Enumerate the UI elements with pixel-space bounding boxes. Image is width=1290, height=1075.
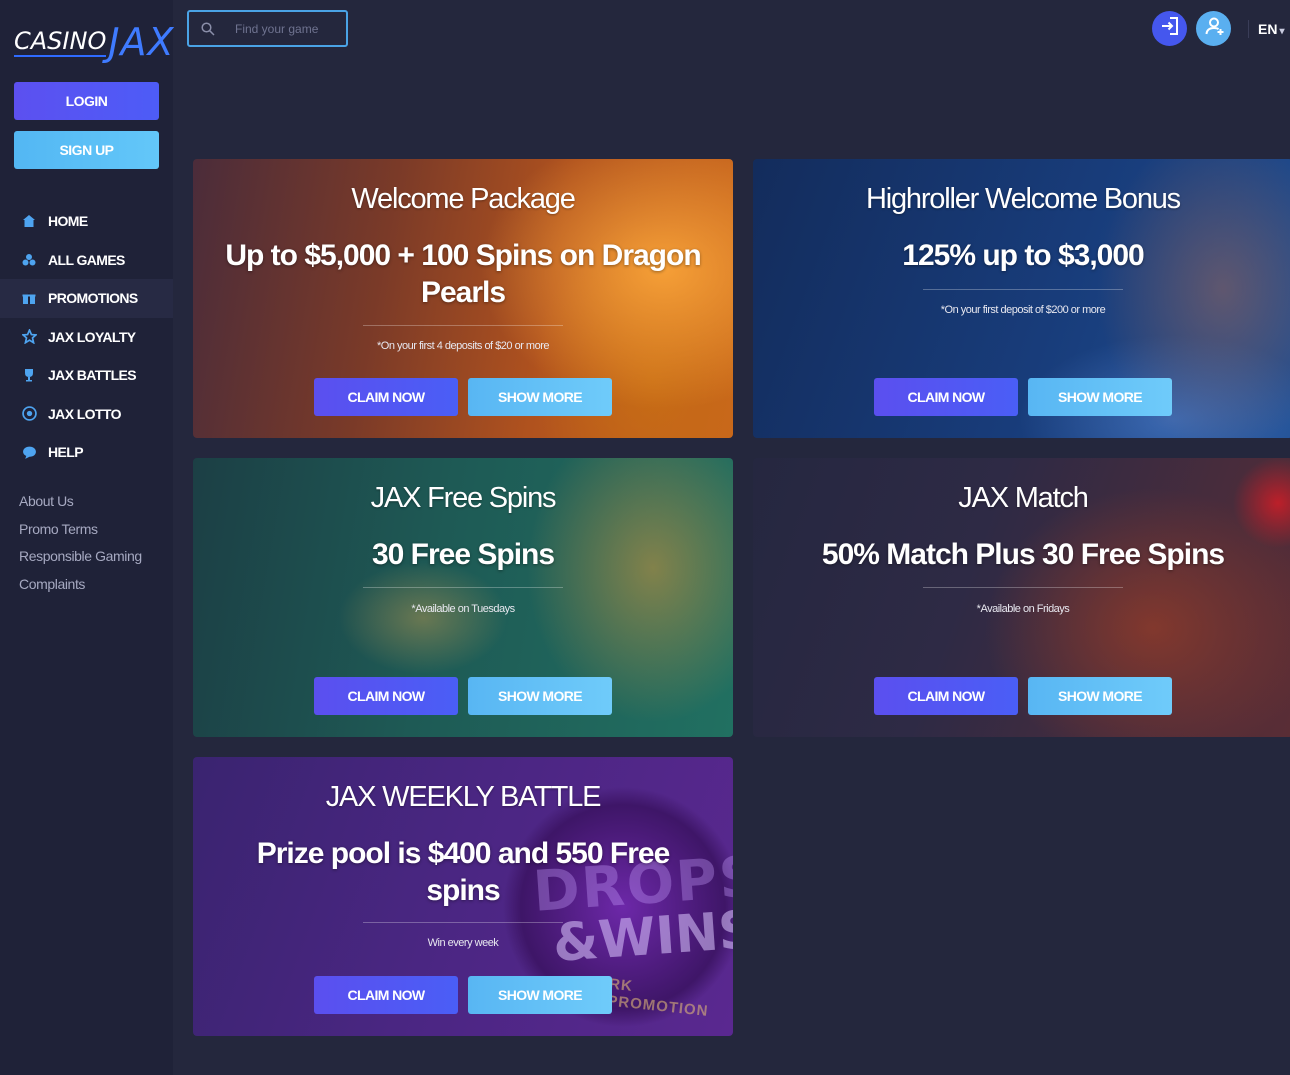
search-icon — [201, 21, 215, 36]
lotto-icon — [20, 405, 38, 423]
claim-now-button[interactable]: CLAIM NOW — [874, 378, 1018, 416]
games-icon — [20, 251, 38, 269]
promotion-ribbon: RK PROMOTION — [606, 975, 710, 1020]
nav-item-jax-battles[interactable]: JAX BATTLES — [0, 356, 173, 395]
claim-now-button[interactable]: CLAIM NOW — [314, 976, 458, 1014]
nav-item-label: JAX BATTLES — [48, 367, 137, 384]
search-box[interactable] — [187, 10, 348, 47]
claim-now-button[interactable]: CLAIM NOW — [314, 378, 458, 416]
promo-offer: 50% Match Plus 30 Free Spins — [821, 538, 1225, 571]
show-more-button[interactable]: SHOW MORE — [1028, 677, 1172, 715]
promo-terms-link[interactable]: Promo Terms — [19, 518, 142, 546]
header-register-button[interactable] — [1196, 11, 1231, 46]
about-us-link[interactable]: About Us — [19, 490, 142, 518]
responsible-gaming-link[interactable]: Responsible Gaming — [19, 545, 142, 573]
promo-note: *On your first 4 deposits of $20 or more — [377, 340, 549, 352]
search-input[interactable] — [233, 20, 333, 37]
show-more-button[interactable]: SHOW MORE — [468, 976, 612, 1014]
promo-card-welcome-package: Welcome Package Up to $5,000 + 100 Spins… — [193, 159, 733, 438]
promo-note: *Available on Fridays — [976, 603, 1070, 615]
nav-item-help[interactable]: HELP — [0, 433, 173, 472]
nav-item-label: JAX LOTTO — [48, 405, 122, 422]
promo-divider — [193, 587, 733, 588]
promo-offer: Up to $5,000 + 100 Spins on Dragon Pearl… — [225, 239, 701, 309]
nav-item-label: HOME — [48, 213, 88, 230]
chat-icon — [20, 443, 38, 461]
promo-note: Win every week — [427, 937, 499, 949]
promo-card-jax-weekly-battle: DROPS &WINS RK PROMOTION JAX WEEKLY BATT… — [193, 757, 733, 1036]
promo-card-highroller: Highroller Welcome Bonus 125% up to $3,0… — [753, 159, 1290, 438]
nav-item-jax-loyalty[interactable]: JAX LOYALTY — [0, 318, 173, 357]
promo-title: JAX WEEKLY BATTLE — [325, 781, 602, 813]
promo-divider — [193, 325, 733, 326]
promo-offer: Prize pool is $400 and 550 Free spins — [256, 837, 671, 907]
promo-title: Welcome Package — [351, 183, 575, 215]
promo-offer: 125% up to $3,000 — [902, 239, 1144, 272]
login-icon — [1159, 15, 1181, 42]
footer-links: About Us Promo Terms Responsible Gaming … — [19, 490, 142, 601]
nav-item-home[interactable]: HOME — [0, 202, 173, 241]
promo-title: JAX Match — [958, 482, 1089, 514]
nav-item-jax-lotto[interactable]: JAX LOTTO — [0, 395, 173, 434]
sidebar: CASINO JAX LOGIN SIGN UP HOME ALL GAMES … — [0, 0, 174, 1075]
show-more-button[interactable]: SHOW MORE — [1028, 378, 1172, 416]
nav-item-all-games[interactable]: ALL GAMES — [0, 241, 173, 280]
chevron-down-icon: ▾ — [1279, 26, 1285, 37]
nav-item-label: JAX LOYALTY — [48, 328, 136, 345]
logo-jax-text: JAX — [108, 20, 175, 64]
promo-divider — [753, 289, 1290, 290]
signup-button[interactable]: SIGN UP — [14, 131, 159, 169]
claim-now-button[interactable]: CLAIM NOW — [874, 677, 1018, 715]
header-login-button[interactable] — [1152, 11, 1187, 46]
trophy-icon — [20, 366, 38, 384]
promo-note: *Available on Tuesdays — [411, 603, 515, 615]
main-nav: HOME ALL GAMES PROMOTIONS JAX LOYALTY JA… — [0, 202, 173, 472]
show-more-button[interactable]: SHOW MORE — [468, 677, 612, 715]
nav-item-label: HELP — [48, 444, 84, 461]
language-label: EN — [1258, 21, 1278, 37]
star-icon — [20, 328, 38, 346]
nav-item-label: ALL GAMES — [48, 251, 125, 268]
nav-item-promotions[interactable]: PROMOTIONS — [0, 279, 173, 318]
gift-icon — [20, 289, 38, 307]
complaints-link[interactable]: Complaints — [19, 573, 142, 601]
promo-title: JAX Free Spins — [370, 482, 557, 514]
home-icon — [20, 212, 38, 230]
promo-note: *On your first deposit of $200 or more — [940, 304, 1106, 316]
claim-now-button[interactable]: CLAIM NOW — [314, 677, 458, 715]
promo-card-jax-match: JAX Match 50% Match Plus 30 Free Spins *… — [753, 458, 1290, 737]
promo-title: Highroller Welcome Bonus — [866, 183, 1181, 215]
casino-jax-logo[interactable]: CASINO JAX — [14, 22, 174, 62]
add-user-icon — [1203, 15, 1225, 42]
promo-divider — [193, 922, 733, 923]
promo-card-jax-free-spins: JAX Free Spins 30 Free Spins *Available … — [193, 458, 733, 737]
language-selector[interactable]: EN ▾ — [1248, 20, 1284, 38]
login-button[interactable]: LOGIN — [14, 82, 159, 120]
promo-offer: 30 Free Spins — [371, 538, 555, 571]
promo-divider — [753, 587, 1290, 588]
nav-item-label: PROMOTIONS — [48, 290, 138, 307]
logo-casino-text: CASINO — [14, 27, 107, 57]
show-more-button[interactable]: SHOW MORE — [468, 378, 612, 416]
